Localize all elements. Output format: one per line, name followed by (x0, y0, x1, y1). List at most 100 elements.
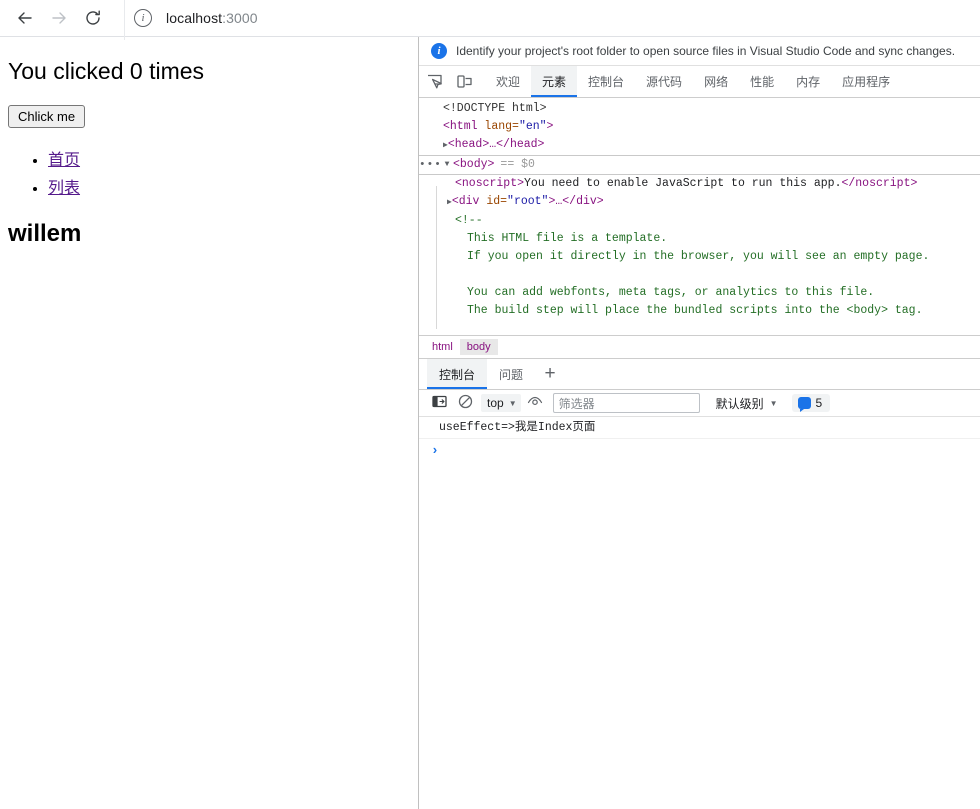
dom-node-doctype[interactable]: <!DOCTYPE html> (419, 100, 980, 118)
eye-icon (527, 394, 543, 412)
banner-text: Identify your project's root folder to o… (456, 44, 955, 58)
console-sidebar-button[interactable] (427, 392, 451, 414)
add-drawer-tab-button[interactable]: + (535, 359, 565, 389)
url-text: localhost:3000 (166, 10, 258, 26)
dom-node-noscript[interactable]: <noscript>You need to enable JavaScript … (419, 175, 980, 193)
comment-line-1: This HTML file is a template. (431, 230, 667, 248)
html-attr-name: lang= (478, 120, 519, 133)
execution-context-value: top (487, 396, 504, 410)
div-attr-value: "root" (507, 195, 548, 208)
console-toolbar: top ▼ 筛选器 (419, 390, 980, 417)
breadcrumb-item-html[interactable]: html (425, 339, 460, 355)
reload-icon (83, 8, 103, 28)
clear-console-button[interactable] (453, 392, 477, 414)
dom-node-comment-open[interactable]: <!-- (419, 212, 980, 230)
browser-window: i localhost:3000 You clicked 0 times Chl… (0, 0, 980, 809)
dom-comment-line: If you open it directly in the browser, … (419, 248, 980, 266)
drawer-tab-console[interactable]: 控制台 (427, 359, 487, 389)
dom-node-html[interactable]: <html lang="en"> (419, 118, 980, 136)
selected-node-marker: == $0 (494, 156, 535, 174)
dom-comment-line: This HTML file is a template. (419, 230, 980, 248)
comment-line-5: The build step will place the bundled sc… (431, 302, 922, 320)
list-item: 首页 (48, 146, 410, 170)
chevron-down-icon[interactable]: ▼ (441, 156, 453, 174)
html-tag-close-bracket: > (547, 120, 554, 133)
device-toolbar-button[interactable] (449, 66, 479, 97)
comment-line-3 (431, 266, 474, 284)
content-split: You clicked 0 times Chlick me 首页 列表 will… (0, 37, 980, 809)
tab-welcome[interactable]: 欢迎 (485, 66, 531, 97)
inspect-element-button[interactable] (419, 66, 449, 97)
url-port: :3000 (222, 10, 258, 26)
drawer-tabbar: 控制台 问题 + (419, 359, 980, 390)
tree-guide-line (436, 186, 437, 329)
tab-network[interactable]: 网络 (693, 66, 739, 97)
tab-application[interactable]: 应用程序 (831, 66, 901, 97)
page-viewport: You clicked 0 times Chlick me 首页 列表 will… (0, 37, 419, 809)
html-attr-value: "en" (519, 120, 547, 133)
page-subtitle: willem (8, 220, 410, 248)
device-toolbar-icon (456, 73, 473, 90)
nav-link-list[interactable]: 列表 (48, 180, 80, 197)
info-icon: i (431, 43, 447, 59)
speech-bubble-icon (798, 397, 811, 409)
site-info-icon[interactable]: i (134, 9, 152, 27)
arrow-left-icon (15, 8, 35, 28)
devtools-drawer: 控制台 问题 + (419, 359, 980, 809)
chevron-down-icon: ▼ (509, 399, 517, 408)
page-nav-list: 首页 列表 (8, 146, 410, 198)
node-menu-icon[interactable]: ••• (419, 156, 441, 174)
devtools-panel: i Identify your project's root folder to… (419, 37, 980, 809)
noscript-tag-open: <noscript> (455, 177, 524, 190)
tab-performance[interactable]: 性能 (739, 66, 785, 97)
div-tag-rest: >…</div> (548, 195, 603, 208)
console-filter-input[interactable]: 筛选器 (553, 393, 700, 413)
forward-button[interactable] (42, 1, 76, 35)
tab-elements[interactable]: 元素 (531, 66, 577, 97)
address-bar[interactable]: i localhost:3000 (124, 4, 980, 32)
list-item: 列表 (48, 174, 410, 198)
clear-console-icon (458, 394, 473, 412)
devtools-banner: i Identify your project's root folder to… (419, 37, 980, 66)
dom-comment-line: You can add webfonts, meta tags, or anal… (419, 284, 980, 302)
page-title: You clicked 0 times (8, 58, 410, 85)
body-tag-text: <body> (453, 156, 494, 174)
dom-comment-line: The build step will place the bundled sc… (419, 302, 980, 320)
head-row-text: <head>…</head> (448, 138, 545, 151)
breadcrumb-item-body[interactable]: body (460, 339, 498, 355)
arrow-right-icon (49, 8, 69, 28)
drawer-tab-issues[interactable]: 问题 (487, 359, 535, 389)
chevron-down-icon: ▼ (770, 399, 778, 408)
log-level-select[interactable]: 默认级别 ▼ (710, 393, 782, 414)
tab-sources[interactable]: 源代码 (635, 66, 693, 97)
log-level-value: 默认级别 (716, 395, 764, 412)
html-tag-open: <html (443, 120, 478, 133)
inspect-element-icon (426, 73, 443, 90)
devtools-tabbar: 欢迎 元素 控制台 源代码 网络 性能 内存 应用程序 (419, 66, 980, 98)
click-me-button[interactable]: Chlick me (8, 105, 85, 128)
execution-context-select[interactable]: top ▼ (481, 394, 521, 412)
message-count-badge[interactable]: 5 (792, 394, 831, 412)
breadcrumb: html body (419, 335, 980, 359)
dom-comment-line (419, 266, 980, 284)
comment-line-4: You can add webfonts, meta tags, or anal… (431, 284, 874, 302)
dom-node-head[interactable]: ▶<head>…</head> (419, 136, 980, 155)
dom-node-body[interactable]: ••• ▼ <body> == $0 (419, 155, 980, 175)
reload-button[interactable] (76, 1, 110, 35)
noscript-tag-close: </noscript> (841, 177, 917, 190)
console-output: useEffect=>我是Index页面 › (419, 417, 980, 809)
doctype-text: <!DOCTYPE html> (431, 100, 547, 118)
tab-console[interactable]: 控制台 (577, 66, 635, 97)
browser-toolbar: i localhost:3000 (0, 0, 980, 37)
console-log-row: useEffect=>我是Index页面 (419, 417, 980, 439)
live-expression-button[interactable] (523, 392, 547, 414)
dom-tree: <!DOCTYPE html> <html lang="en"> ▶<head>… (419, 98, 980, 335)
noscript-text: You need to enable JavaScript to run thi… (524, 177, 841, 190)
tab-memory[interactable]: 内存 (785, 66, 831, 97)
console-filter-placeholder: 筛选器 (559, 395, 595, 412)
div-attr-name: id= (479, 195, 507, 208)
console-prompt[interactable]: › (419, 439, 980, 458)
back-button[interactable] (8, 1, 42, 35)
dom-node-root-div[interactable]: ▶<div id="root">…</div> (419, 193, 980, 212)
nav-link-home[interactable]: 首页 (48, 152, 80, 169)
